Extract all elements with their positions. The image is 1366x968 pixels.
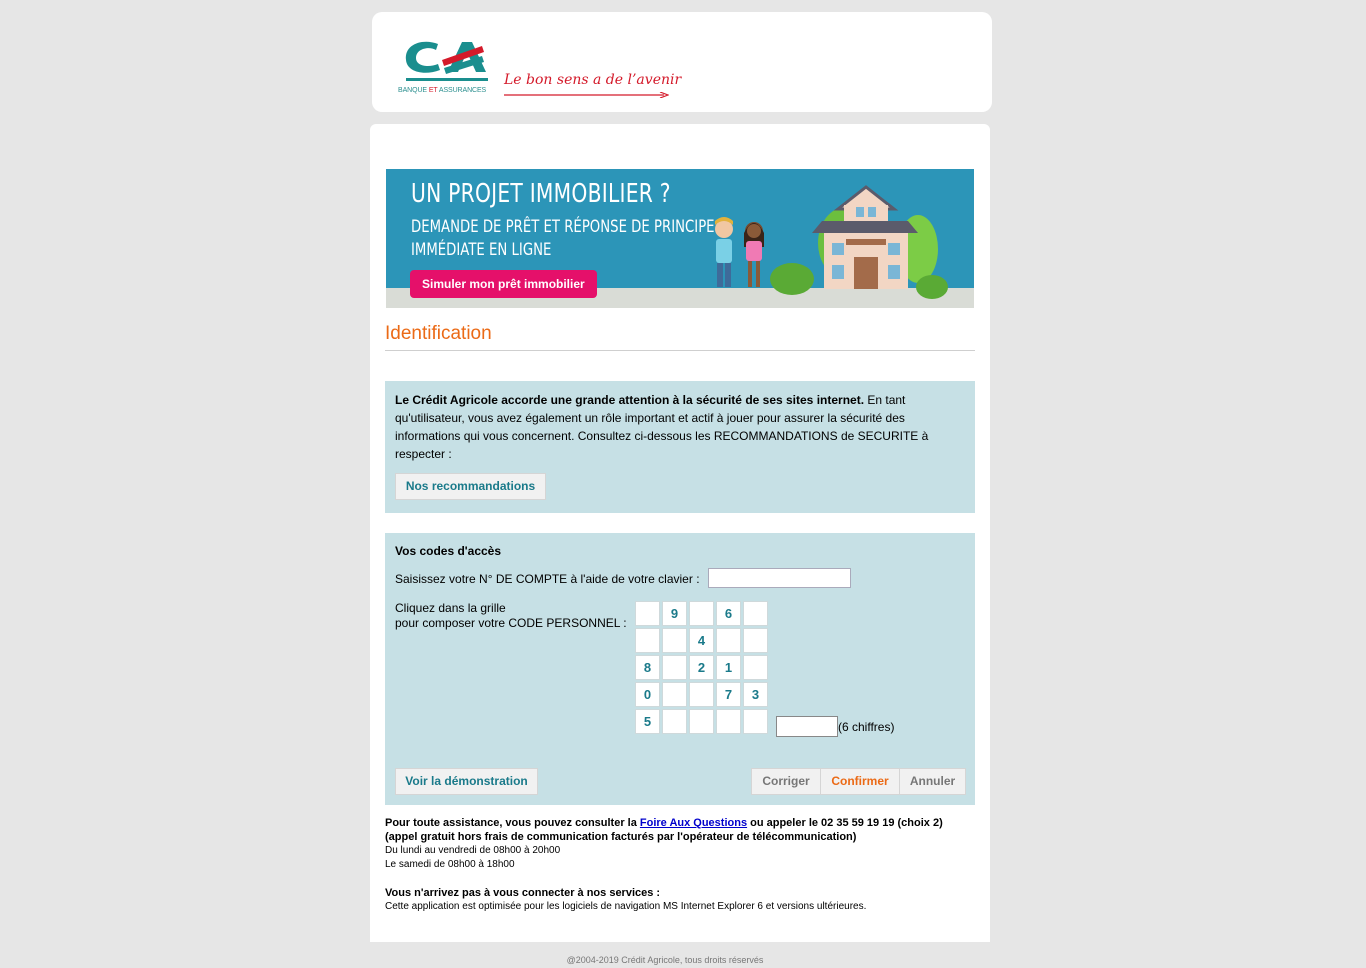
keypad-cell[interactable]: 7 bbox=[716, 682, 741, 707]
faq-link[interactable]: Foire Aux Questions bbox=[640, 817, 747, 829]
main-card: UN PROJET IMMOBILIER ? DEMANDE DE PRÊT E… bbox=[370, 124, 990, 942]
keypad-cell[interactable] bbox=[689, 709, 714, 734]
keypad-cell[interactable] bbox=[743, 601, 768, 626]
confirm-button[interactable]: Confirmer bbox=[820, 769, 899, 794]
keypad-cell[interactable] bbox=[635, 628, 660, 653]
recommendations-button[interactable]: Nos recommandations bbox=[395, 473, 546, 500]
keypad-cell[interactable] bbox=[662, 682, 687, 707]
demo-button[interactable]: Voir la démonstration bbox=[395, 768, 538, 795]
assistance-line: Pour toute assistance, vous pouvez consu… bbox=[385, 816, 985, 830]
code-grid-label-line2: pour composer votre CODE PERSONNEL : bbox=[395, 616, 627, 630]
assistance-text-a: Pour toute assistance, vous pouvez consu… bbox=[385, 817, 640, 829]
correct-button[interactable]: Corriger bbox=[752, 769, 820, 794]
keypad-cell[interactable] bbox=[689, 682, 714, 707]
assistance-section: Pour toute assistance, vous pouvez consu… bbox=[385, 816, 985, 914]
hours-saturday: Le samedi de 08h00 à 18h00 bbox=[385, 859, 515, 870]
page-title: Identification bbox=[385, 323, 492, 344]
keypad-cell[interactable] bbox=[662, 655, 687, 680]
security-bold-text: Le Crédit Agricole accorde une grande at… bbox=[395, 393, 865, 407]
assistance-phone: ou appeler le 02 35 59 19 19 (choix 2) bbox=[747, 817, 943, 829]
connect-title: Vous n'arrivez pas à vous connecter à no… bbox=[385, 887, 661, 899]
hours-weekdays: Du lundi au vendredi de 08h00 à 20h00 bbox=[385, 845, 561, 856]
keypad-cell[interactable]: 3 bbox=[743, 682, 768, 707]
keypad-cell[interactable]: 0 bbox=[635, 682, 660, 707]
keypad-cell[interactable]: 9 bbox=[662, 601, 687, 626]
form-action-buttons: Corriger Confirmer Annuler bbox=[751, 768, 966, 795]
keypad-cell[interactable] bbox=[716, 628, 741, 653]
security-text: Le Crédit Agricole accorde une grande at… bbox=[395, 391, 965, 463]
credit-agricole-logo[interactable]: BANQUE ET ASSURANCES bbox=[398, 36, 498, 110]
keypad-cell[interactable] bbox=[743, 709, 768, 734]
keypad-cell[interactable] bbox=[743, 628, 768, 653]
access-codes-title: Vos codes d'accès bbox=[395, 544, 502, 558]
title-divider bbox=[385, 350, 975, 351]
account-number-label: Saisissez votre N° DE COMPTE à l'aide de… bbox=[395, 572, 700, 586]
copyright-footer: @2004-2019 Crédit Agricole, tous droits … bbox=[566, 955, 764, 965]
slogan: Le bon sens a de l’avenir bbox=[504, 72, 682, 88]
code-keypad-grid: 9 6 4 8 2 1 0 7 3 5 bbox=[635, 601, 768, 734]
connect-text: Cette application est optimisée pour les… bbox=[385, 901, 867, 912]
promo-banner[interactable]: UN PROJET IMMOBILIER ? DEMANDE DE PRÊT E… bbox=[386, 169, 974, 308]
keypad-cell[interactable] bbox=[689, 601, 714, 626]
logo-subtitle: BANQUE ET ASSURANCES bbox=[398, 87, 487, 94]
keypad-cell[interactable]: 5 bbox=[635, 709, 660, 734]
keypad-cell[interactable] bbox=[662, 628, 687, 653]
ca-logo-icon bbox=[405, 41, 488, 81]
keypad-cell[interactable]: 2 bbox=[689, 655, 714, 680]
keypad-cell[interactable]: 8 bbox=[635, 655, 660, 680]
keypad-cell[interactable] bbox=[635, 601, 660, 626]
personal-code-input[interactable] bbox=[776, 716, 838, 737]
assistance-note: (appel gratuit hors frais de communicati… bbox=[385, 831, 857, 843]
keypad-cell[interactable]: 4 bbox=[689, 628, 714, 653]
code-length-hint: (6 chiffres) bbox=[838, 720, 895, 734]
account-number-input[interactable] bbox=[708, 568, 851, 588]
code-grid-label: Cliquez dans la grille pour composer vot… bbox=[395, 601, 627, 631]
slogan-underline bbox=[504, 92, 669, 98]
access-codes-box: Vos codes d'accès Saisissez votre N° DE … bbox=[385, 533, 975, 805]
code-grid-label-line1: Cliquez dans la grille bbox=[395, 601, 506, 615]
header-card: BANQUE ET ASSURANCES Le bon sens a de l’… bbox=[372, 12, 992, 112]
banner-headline: UN PROJET IMMOBILIER ? bbox=[411, 179, 671, 209]
banner-subline-1: DEMANDE DE PRÊT ET RÉPONSE DE PRINCIPE bbox=[411, 217, 715, 237]
simulate-loan-button[interactable]: Simuler mon prêt immobilier bbox=[410, 270, 597, 298]
keypad-cell[interactable] bbox=[743, 655, 768, 680]
keypad-cell[interactable]: 6 bbox=[716, 601, 741, 626]
keypad-cell[interactable] bbox=[662, 709, 687, 734]
banner-subline-2: IMMÉDIATE EN LIGNE bbox=[411, 240, 552, 260]
keypad-cell[interactable] bbox=[716, 709, 741, 734]
cancel-button[interactable]: Annuler bbox=[899, 769, 965, 794]
keypad-cell[interactable]: 1 bbox=[716, 655, 741, 680]
house-illustration bbox=[715, 185, 948, 299]
security-info-box: Le Crédit Agricole accorde une grande at… bbox=[385, 381, 975, 513]
